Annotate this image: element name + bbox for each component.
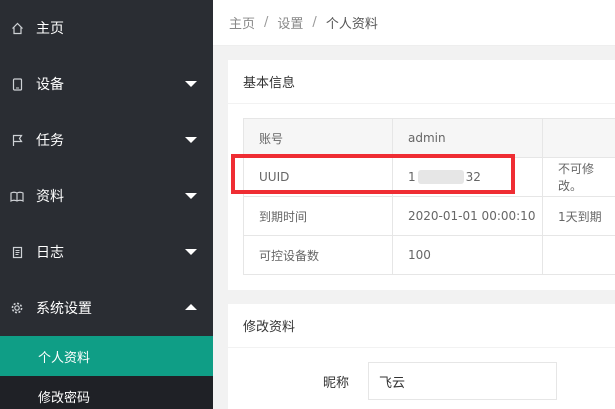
flag-icon xyxy=(10,133,24,147)
device-limit-value: 100 xyxy=(392,235,543,275)
table-row: 账号 admin xyxy=(243,118,615,158)
sidebar-item-system-settings[interactable]: 系统设置 xyxy=(0,280,213,336)
breadcrumb-separator: / xyxy=(264,15,269,30)
chevron-down-icon xyxy=(185,137,197,143)
uuid-note: 不可修改。 xyxy=(542,157,615,197)
log-icon xyxy=(10,245,24,259)
chevron-down-icon xyxy=(185,193,197,199)
account-label: 账号 xyxy=(243,118,393,158)
device-limit-note xyxy=(542,235,615,275)
breadcrumb-separator: / xyxy=(312,15,317,30)
sidebar-item-label: 日志 xyxy=(36,245,64,261)
sidebar-item-label: 设备 xyxy=(36,77,64,93)
account-note xyxy=(542,118,615,158)
sidebar-item-home[interactable]: 主页 xyxy=(0,0,213,56)
nickname-label: 昵称 xyxy=(323,376,350,391)
sidebar-item-label: 任务 xyxy=(36,133,64,149)
sidebar-item-logs[interactable]: 日志 xyxy=(0,224,213,280)
home-icon xyxy=(10,21,24,35)
sidebar: 主页 设备 任务 资料 日志 系统设置 个人资料 修改密码 xyxy=(0,0,213,409)
edit-profile-card: 修改资料 昵称 xyxy=(228,304,615,409)
card-title: 修改资料 xyxy=(228,304,615,348)
expiry-value: 2020-01-01 00:00:10 xyxy=(392,196,543,236)
sidebar-subitem-label: 修改密码 xyxy=(38,390,91,406)
chevron-up-icon xyxy=(185,304,197,310)
sidebar-item-devices[interactable]: 设备 xyxy=(0,56,213,112)
expiry-note: 1天到期 xyxy=(542,196,615,236)
device-limit-label: 可控设备数 xyxy=(243,235,393,275)
card-title: 基本信息 xyxy=(228,60,615,104)
book-icon xyxy=(10,189,24,203)
breadcrumb: 主页 / 设置 / 个人资料 xyxy=(213,0,615,46)
expiry-label: 到期时间 xyxy=(243,196,393,236)
sidebar-item-label: 主页 xyxy=(36,21,64,37)
breadcrumb-home[interactable]: 主页 xyxy=(229,13,255,32)
chevron-down-icon xyxy=(185,81,197,87)
nickname-input[interactable] xyxy=(368,362,557,400)
sidebar-subitem-label: 个人资料 xyxy=(38,350,91,366)
sidebar-item-label: 资料 xyxy=(36,189,64,205)
sidebar-subitem-change-password[interactable]: 修改密码 xyxy=(0,376,213,409)
main-content: 基本信息 账号 admin UUID 1 32 不可修改。 到期时间 2020-0… xyxy=(213,46,615,409)
breadcrumb-current: 个人资料 xyxy=(325,17,378,32)
tablet-icon xyxy=(10,77,24,91)
chevron-down-icon xyxy=(185,249,197,255)
uuid-highlight-box xyxy=(231,154,515,194)
nickname-row: 昵称 xyxy=(228,362,615,400)
gear-icon xyxy=(10,301,24,315)
breadcrumb-settings[interactable]: 设置 xyxy=(277,13,303,32)
account-value: admin xyxy=(392,118,543,158)
table-row: 到期时间 2020-01-01 00:00:10 1天到期 xyxy=(243,196,615,236)
table-row: 可控设备数 100 xyxy=(243,235,615,275)
system-settings-submenu: 个人资料 修改密码 xyxy=(0,336,213,409)
sidebar-item-label: 系统设置 xyxy=(36,301,92,317)
basic-info-table: 账号 admin UUID 1 32 不可修改。 到期时间 2020-01-01 … xyxy=(243,118,615,275)
sidebar-subitem-profile[interactable]: 个人资料 xyxy=(0,336,213,376)
sidebar-item-tasks[interactable]: 任务 xyxy=(0,112,213,168)
sidebar-item-materials[interactable]: 资料 xyxy=(0,168,213,224)
